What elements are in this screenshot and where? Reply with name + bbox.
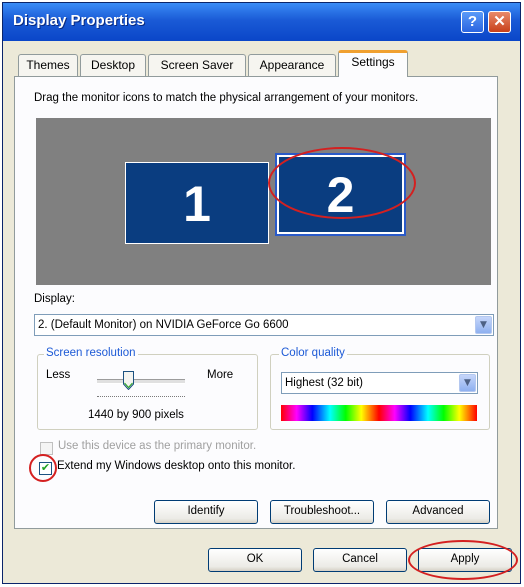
resolution-slider-track[interactable] bbox=[97, 379, 185, 384]
tab-screen-saver[interactable]: Screen Saver bbox=[148, 54, 246, 76]
primary-monitor-label: Use this device as the primary monitor. bbox=[58, 440, 257, 452]
cancel-button[interactable]: Cancel bbox=[313, 548, 407, 572]
monitor-arrangement-area[interactable]: 1 2 bbox=[36, 118, 491, 285]
identify-button[interactable]: Identify bbox=[154, 500, 258, 524]
display-select[interactable]: 2. (Default Monitor) on NVIDIA GeForce G… bbox=[34, 314, 494, 336]
color-quality-dropdown-arrow-icon[interactable]: ▼ bbox=[459, 374, 476, 392]
resolution-slider-ticks bbox=[97, 396, 185, 398]
tab-appearance[interactable]: Appearance bbox=[248, 54, 336, 76]
display-dropdown-arrow-icon[interactable]: ▼ bbox=[475, 316, 492, 334]
tab-settings[interactable]: Settings bbox=[338, 50, 408, 77]
screen-resolution-legend: Screen resolution bbox=[44, 347, 138, 359]
troubleshoot-button[interactable]: Troubleshoot... bbox=[270, 500, 374, 524]
tab-desktop[interactable]: Desktop bbox=[80, 54, 146, 76]
annotation-circle-apply bbox=[408, 540, 518, 580]
title-bar[interactable]: Display Properties ? ✕ bbox=[3, 3, 520, 41]
display-label: Display: bbox=[34, 293, 75, 305]
annotation-circle-extend-checkbox bbox=[29, 454, 57, 482]
close-button[interactable]: ✕ bbox=[488, 11, 511, 33]
annotation-circle-monitor-2 bbox=[268, 147, 416, 219]
ok-button[interactable]: OK bbox=[208, 548, 302, 572]
advanced-button[interactable]: Advanced bbox=[386, 500, 490, 524]
resolution-less-label: Less bbox=[46, 369, 71, 381]
resolution-more-label: More bbox=[207, 369, 234, 381]
color-spectrum-bar bbox=[281, 405, 477, 421]
extend-desktop-label: Extend my Windows desktop onto this moni… bbox=[57, 460, 296, 472]
instruction-text: Drag the monitor icons to match the phys… bbox=[34, 92, 419, 104]
resolution-slider-thumb-icon[interactable] bbox=[123, 371, 134, 390]
color-quality-legend: Color quality bbox=[279, 347, 347, 359]
resolution-value-text: 1440 by 900 pixels bbox=[88, 409, 184, 421]
monitor-1-icon[interactable]: 1 bbox=[125, 162, 269, 244]
color-quality-select[interactable]: Highest (32 bit) bbox=[281, 372, 478, 394]
tab-themes[interactable]: Themes bbox=[18, 54, 78, 76]
window-title: Display Properties bbox=[13, 12, 145, 29]
help-button[interactable]: ? bbox=[461, 11, 484, 33]
